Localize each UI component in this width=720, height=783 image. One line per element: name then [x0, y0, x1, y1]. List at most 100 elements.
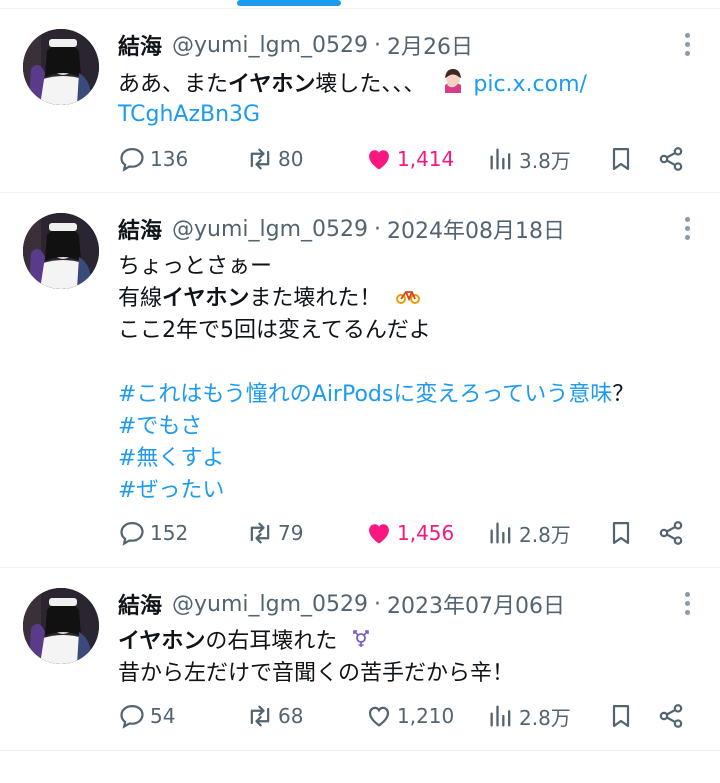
- text-segment: ？: [612, 382, 635, 407]
- hashtag-link[interactable]: #無くすよ: [118, 446, 224, 471]
- bookmark-icon: [612, 704, 630, 728]
- hashtag-link[interactable]: #これはもう憧れのAirPodsに変えろっていう意味: [118, 382, 612, 407]
- media-link[interactable]: pic.x.com/: [473, 72, 587, 97]
- tweet[interactable]: 結海 @yumi_lgm_0529 · 2023年07月06日 イヤホンの右耳壊…: [0, 568, 720, 751]
- bookmark-button[interactable]: [607, 515, 657, 551]
- active-tab-indicator: [237, 0, 341, 6]
- hashtag-link[interactable]: #ぜったい: [118, 478, 224, 503]
- reply-button[interactable]: 136: [118, 141, 246, 177]
- tweet-actions: 152 79 1,456 2.8万: [118, 515, 700, 551]
- tweet-date[interactable]: 2023年07月06日: [387, 588, 565, 620]
- avatar[interactable]: [23, 213, 99, 289]
- tweet-header: 結海 @yumi_lgm_0529 · 2月26日: [118, 29, 473, 61]
- views-count: 2.8万: [519, 522, 571, 547]
- display-name[interactable]: 結海: [118, 213, 162, 245]
- reply-button[interactable]: 54: [118, 698, 246, 734]
- tweet[interactable]: 結海 @yumi_lgm_0529 · 2月26日 ああ、またイヤホン壊した、、…: [0, 9, 720, 193]
- text-line: 昔から左だけで音聞くの苦手だから辛！: [118, 661, 515, 686]
- highlighted-keyword: イヤホン: [162, 286, 250, 311]
- reply-count: 54: [150, 704, 176, 728]
- bicycle-emoji: [396, 283, 421, 315]
- highlighted-keyword: イヤホン: [118, 629, 206, 654]
- text-line: ここ2年で5回は変えてるんだよ: [118, 318, 431, 343]
- text-segment: 壊した、、、: [315, 72, 426, 97]
- tweet-actions: 136 80 1,414 3.8万: [118, 141, 700, 177]
- text-segment: 有線: [118, 286, 163, 311]
- more-options-icon[interactable]: [682, 592, 692, 618]
- text-segment: また壊れた！: [249, 286, 382, 311]
- tweet-text: ああ、またイヤホン壊した、、、 pic.x.com/ TCghAzBn3G: [118, 67, 700, 131]
- share-icon: [659, 521, 683, 545]
- reply-icon: [120, 147, 144, 172]
- views-count: 3.8万: [519, 148, 571, 173]
- heart-filled-icon: [369, 150, 389, 170]
- tweet-date[interactable]: 2月26日: [387, 29, 473, 61]
- reply-icon: [120, 704, 144, 729]
- separator-dot: ·: [374, 32, 382, 58]
- avatar[interactable]: [23, 588, 99, 664]
- heart-outline-icon: [368, 706, 390, 727]
- text-segment: の右耳壊れた: [205, 629, 338, 654]
- views-button[interactable]: 2.8万: [487, 515, 607, 551]
- retweet-button[interactable]: 80: [246, 141, 365, 177]
- text-line: ちょっとさぁー: [118, 254, 273, 279]
- like-count: 1,414: [397, 147, 455, 171]
- retweet-count: 80: [278, 147, 304, 171]
- share-icon: [659, 147, 683, 171]
- views-count: 2.8万: [519, 705, 571, 730]
- retweet-count: 68: [278, 704, 304, 728]
- like-count: 1,456: [397, 521, 455, 545]
- views-chart-icon: [490, 522, 511, 544]
- reply-button[interactable]: 152: [118, 515, 246, 551]
- heart-filled-icon: [369, 524, 389, 544]
- views-chart-icon: [490, 148, 511, 170]
- reply-count: 136: [150, 147, 189, 171]
- user-handle[interactable]: @yumi_lgm_0529: [172, 592, 368, 617]
- share-button[interactable]: [657, 515, 697, 551]
- like-button[interactable]: 1,414: [365, 141, 487, 177]
- media-link-continued[interactable]: TCghAzBn3G: [118, 102, 260, 127]
- retweet-icon: [250, 522, 270, 544]
- reply-icon: [120, 521, 144, 546]
- bookmark-button[interactable]: [607, 141, 657, 177]
- user-handle[interactable]: @yumi_lgm_0529: [172, 33, 368, 58]
- text-segment: ああ、また: [118, 72, 229, 97]
- avatar[interactable]: [23, 29, 99, 105]
- woman-facepalming-emoji: [440, 67, 466, 103]
- bookmark-icon: [612, 521, 630, 545]
- display-name[interactable]: 結海: [118, 588, 162, 620]
- tweet[interactable]: 結海 @yumi_lgm_0529 · 2024年08月18日 ちょっとさぁー …: [0, 193, 720, 568]
- more-options-icon[interactable]: [682, 217, 692, 243]
- share-icon: [659, 704, 683, 728]
- views-button[interactable]: 2.8万: [487, 698, 607, 734]
- tweet-text: ちょっとさぁー 有線イヤホンまた壊れた！ ここ2年で5回は変えてるんだよ #これ…: [118, 251, 700, 507]
- retweet-button[interactable]: 79: [246, 515, 365, 551]
- share-button[interactable]: [657, 698, 697, 734]
- retweet-count: 79: [278, 521, 304, 545]
- tweet-header: 結海 @yumi_lgm_0529 · 2024年08月18日: [118, 213, 565, 245]
- tweet-header: 結海 @yumi_lgm_0529 · 2023年07月06日: [118, 588, 565, 620]
- gender-symbol-emoji: [352, 626, 370, 658]
- tweet-text: イヤホンの右耳壊れた 昔から左だけで音聞くの苦手だから辛！: [118, 626, 700, 690]
- bookmark-button[interactable]: [607, 698, 657, 734]
- share-button[interactable]: [657, 141, 697, 177]
- tweet-feed: 結海 @yumi_lgm_0529 · 2月26日 ああ、またイヤホン壊した、、…: [0, 8, 720, 751]
- tweet-actions: 54 68 1,210 2.8万: [118, 698, 700, 734]
- like-button[interactable]: 1,456: [365, 515, 487, 551]
- display-name[interactable]: 結海: [118, 29, 162, 61]
- retweet-icon: [250, 148, 270, 170]
- reply-count: 152: [150, 521, 189, 545]
- like-button[interactable]: 1,210: [365, 698, 487, 734]
- views-chart-icon: [490, 705, 511, 727]
- highlighted-keyword: イヤホン: [228, 72, 316, 97]
- tweet-date[interactable]: 2024年08月18日: [387, 213, 565, 245]
- hashtag-link[interactable]: #でもさ: [118, 414, 202, 439]
- retweet-icon: [250, 705, 270, 727]
- user-handle[interactable]: @yumi_lgm_0529: [172, 217, 368, 242]
- separator-dot: ·: [374, 216, 382, 242]
- retweet-button[interactable]: 68: [246, 698, 365, 734]
- more-options-icon[interactable]: [682, 33, 692, 59]
- bookmark-icon: [612, 147, 630, 171]
- separator-dot: ·: [374, 591, 382, 617]
- views-button[interactable]: 3.8万: [487, 141, 607, 177]
